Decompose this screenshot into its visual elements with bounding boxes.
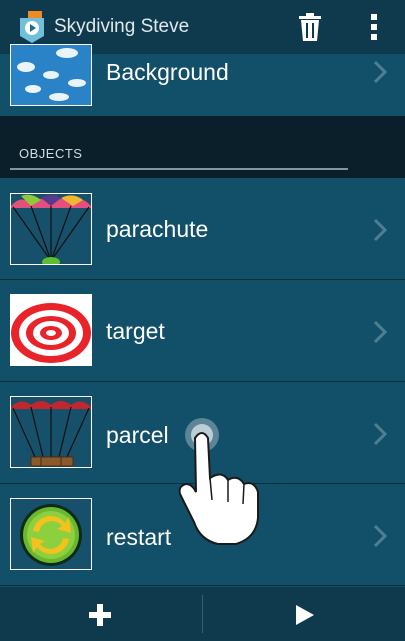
section-divider xyxy=(10,168,348,170)
row-label: parcel xyxy=(106,422,169,448)
object-row-target[interactable]: target xyxy=(0,280,405,382)
chevron-right-icon xyxy=(373,422,388,446)
bottom-action-bar xyxy=(0,586,405,641)
object-row-parachute[interactable]: parachute xyxy=(0,178,405,280)
row-label: restart xyxy=(106,524,172,550)
object-row-parcel[interactable]: parcel xyxy=(0,382,405,484)
background-row[interactable]: Background xyxy=(0,44,405,117)
plus-icon xyxy=(89,604,111,626)
parachute-thumbnail xyxy=(10,193,92,265)
chevron-right-icon xyxy=(373,60,388,84)
app-title: Skydiving Steve xyxy=(54,16,190,37)
chevron-right-icon xyxy=(373,218,388,242)
row-label: target xyxy=(106,318,165,344)
chevron-right-icon xyxy=(373,320,388,344)
object-row-restart[interactable]: restart xyxy=(0,484,405,586)
clouds-thumbnail xyxy=(10,44,92,106)
objects-section-header: OBJECTS xyxy=(0,116,405,178)
row-label: Background xyxy=(106,59,229,85)
add-button[interactable] xyxy=(0,587,202,641)
chevron-right-icon xyxy=(373,524,388,548)
play-icon xyxy=(296,605,314,625)
app-logo-icon xyxy=(20,11,44,43)
play-button[interactable] xyxy=(203,587,405,641)
parcel-thumbnail xyxy=(10,396,92,468)
section-title: OBJECTS xyxy=(19,146,83,161)
overflow-menu-icon[interactable] xyxy=(366,13,382,41)
restart-thumbnail xyxy=(10,498,92,570)
target-thumbnail xyxy=(10,294,92,366)
trash-icon[interactable] xyxy=(297,12,323,42)
row-label: parachute xyxy=(106,216,209,242)
